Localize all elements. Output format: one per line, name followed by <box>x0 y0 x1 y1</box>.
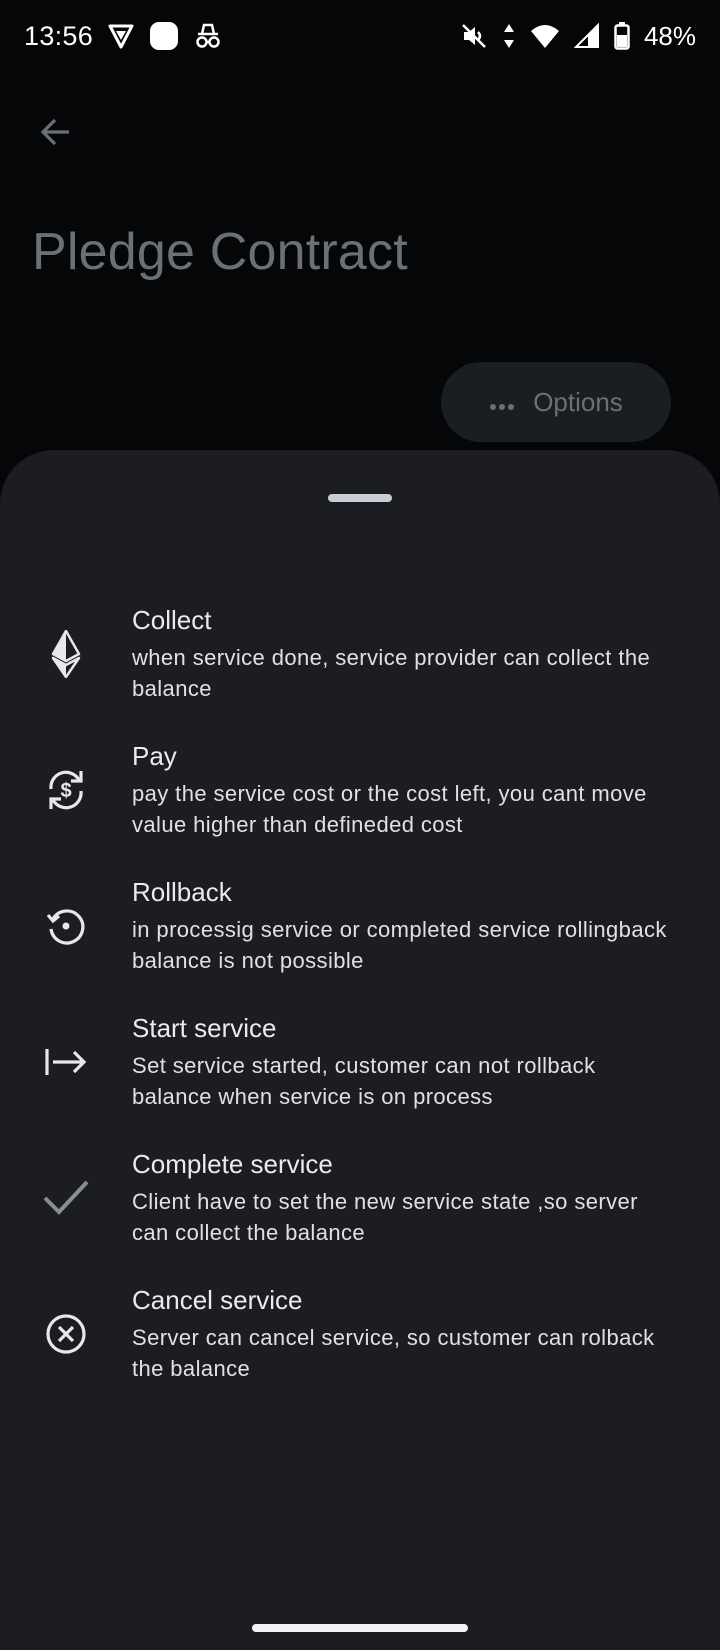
back-button[interactable] <box>30 108 82 160</box>
status-left: 13:56 <box>24 21 223 52</box>
bottom-sheet: Collect when service done, service provi… <box>0 450 720 1650</box>
data-arrows-icon <box>502 22 516 50</box>
start-service-action[interactable]: Start service Set service started, custo… <box>0 994 720 1130</box>
options-label: Options <box>533 386 623 417</box>
action-description: when service done, service provider can … <box>132 644 651 701</box>
cancel-circle-icon <box>0 1313 132 1355</box>
vpn-shield-icon <box>107 22 135 50</box>
page-title: Pledge Contract <box>32 223 408 281</box>
incognito-icon <box>193 21 223 51</box>
rollback-icon <box>0 905 132 947</box>
battery-percentage: 48% <box>643 20 696 51</box>
action-title: Pay <box>132 740 177 771</box>
options-button[interactable]: Options <box>441 362 671 442</box>
complete-service-action[interactable]: Complete service Client have to set the … <box>0 1130 720 1266</box>
mute-icon <box>460 22 488 50</box>
action-description: Server can cancel service, so customer c… <box>132 1324 655 1381</box>
app-notification-icon <box>149 21 179 51</box>
collect-action[interactable]: Collect when service done, service provi… <box>0 586 720 722</box>
status-right: 48% <box>460 21 696 52</box>
check-icon <box>0 1178 132 1218</box>
action-description: Client have to set the new service state… <box>132 1188 638 1245</box>
drag-handle[interactable] <box>328 494 392 502</box>
rollback-action[interactable]: Rollback in processig service or complet… <box>0 858 720 994</box>
action-title: Rollback <box>132 876 232 907</box>
action-description: in processig service or completed servic… <box>132 916 667 973</box>
pay-action[interactable]: $ Pay pay the service cost or the cost l… <box>0 722 720 858</box>
action-title: Start service <box>132 1012 277 1043</box>
cancel-service-action[interactable]: Cancel service Server can cancel service… <box>0 1266 720 1402</box>
arrow-right-bar-icon <box>0 1046 132 1078</box>
more-horiz-icon <box>489 387 515 418</box>
battery-icon <box>614 22 630 50</box>
action-description: Set service started, customer can not ro… <box>132 1052 596 1109</box>
gesture-nav-bar[interactable] <box>252 1624 468 1632</box>
action-title: Collect <box>132 604 212 635</box>
currency-exchange-icon: $ <box>0 767 132 813</box>
action-list: Collect when service done, service provi… <box>0 586 720 1402</box>
action-title: Cancel service <box>132 1284 303 1315</box>
action-title: Complete service <box>132 1148 333 1179</box>
status-bar: 13:56 48% <box>0 0 720 72</box>
ethereum-icon <box>0 630 132 678</box>
wifi-icon <box>530 23 560 49</box>
arrow-left-icon <box>38 114 74 155</box>
cell-signal-icon <box>573 23 600 49</box>
svg-text:$: $ <box>60 780 71 802</box>
action-description: pay the service cost or the cost left, y… <box>132 780 647 837</box>
status-time: 13:56 <box>24 20 94 51</box>
